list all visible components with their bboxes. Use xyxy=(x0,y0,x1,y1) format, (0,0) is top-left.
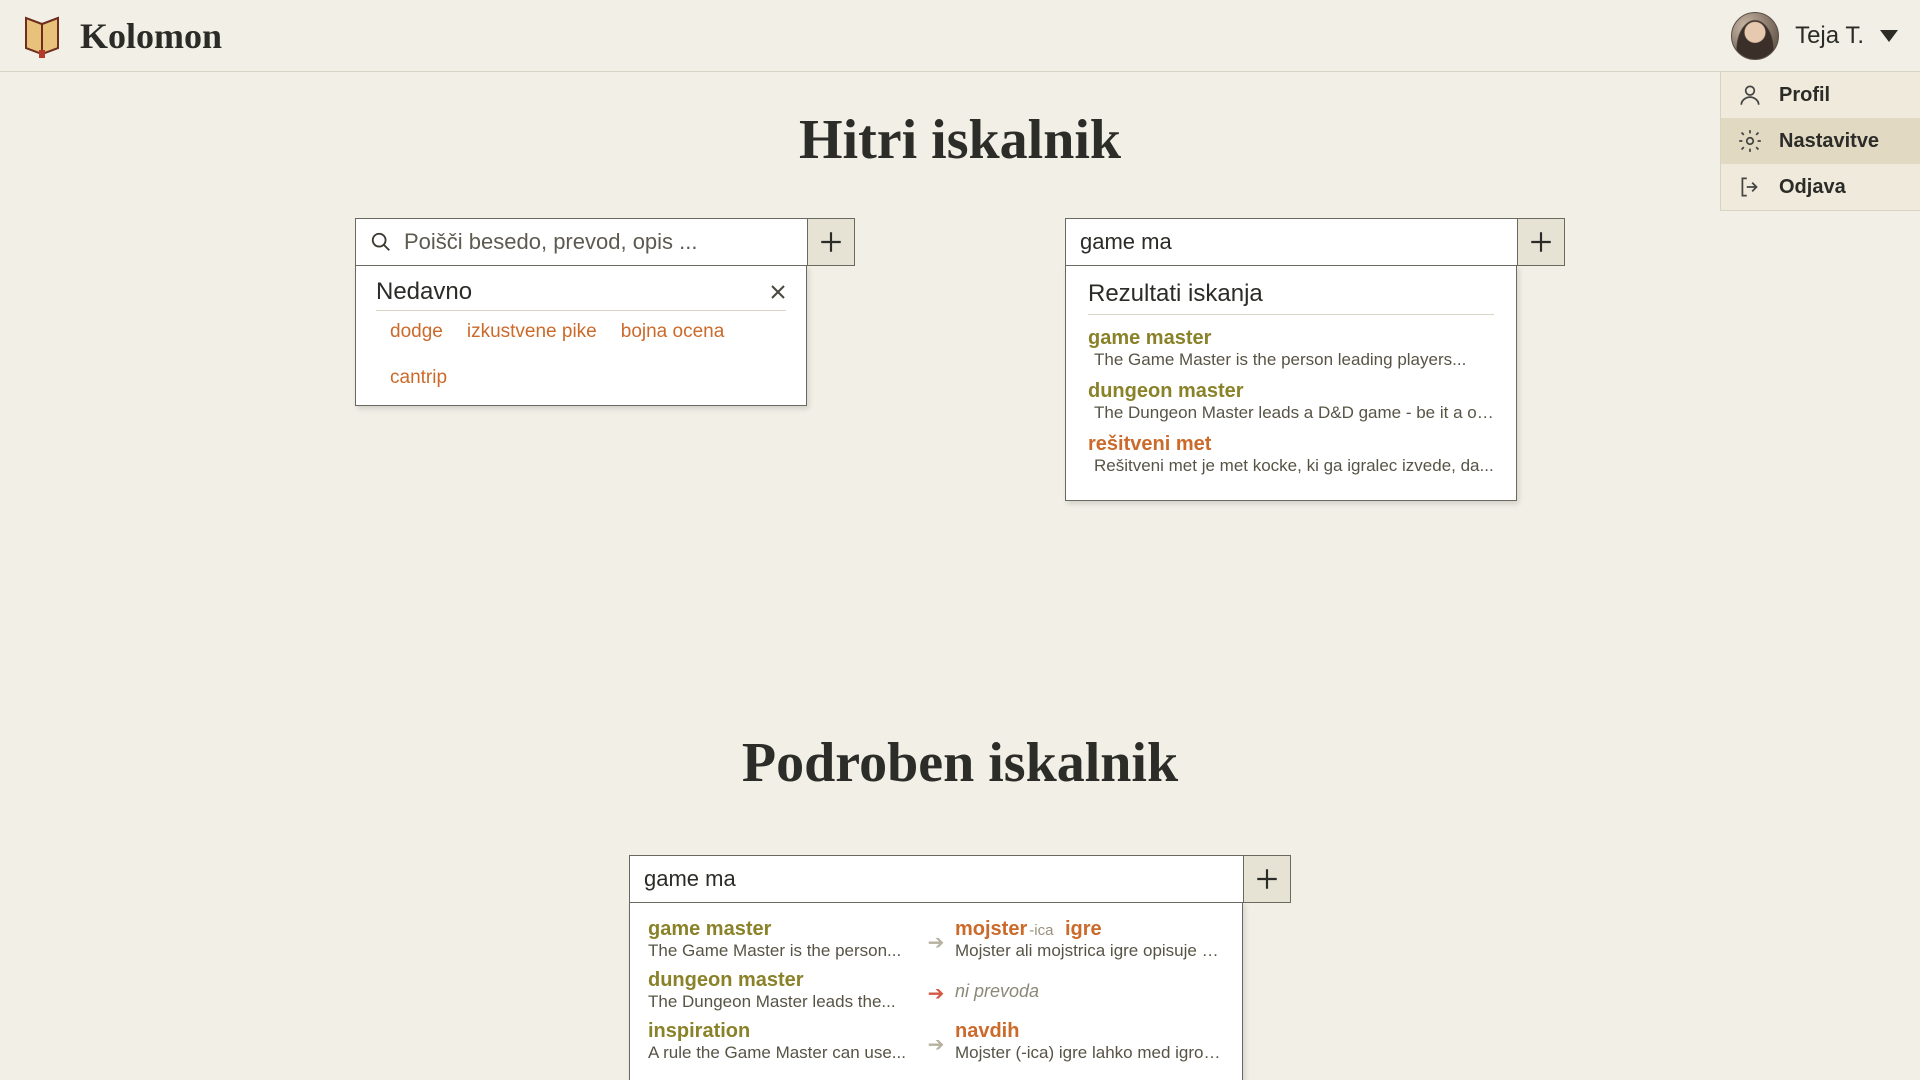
recent-panel: Nedavno dodge izkustvene pike bojna ocen… xyxy=(355,265,807,406)
search-input-left[interactable] xyxy=(404,229,794,255)
detailed-search: game master The Game Master is the perso… xyxy=(629,855,1291,1080)
detailed-search-input[interactable] xyxy=(644,866,1230,892)
recent-term[interactable]: bojna ocena xyxy=(621,321,725,343)
src-term: dungeon master xyxy=(648,969,917,992)
plus-icon xyxy=(818,229,844,255)
menu-item-logout[interactable]: Odjava xyxy=(1721,164,1920,210)
result-term: dungeon master xyxy=(1088,380,1494,403)
recent-term[interactable]: cantrip xyxy=(390,367,447,389)
recent-term[interactable]: dodge xyxy=(390,321,443,343)
recent-heading: Nedavno xyxy=(376,278,472,306)
menu-item-logout-label: Odjava xyxy=(1779,176,1846,199)
detailed-search-input-wrapper[interactable] xyxy=(629,855,1245,903)
arrow-right-icon: ➔ xyxy=(921,969,951,1006)
pair-row[interactable]: inspiration A rule the Game Master can u… xyxy=(648,1016,1224,1067)
dst-term: navdih xyxy=(955,1020,1224,1043)
dst-term: mojster-ica igre xyxy=(955,918,1224,941)
logout-icon xyxy=(1737,174,1763,200)
plus-icon xyxy=(1528,229,1554,255)
src-desc: The Game Master is the person... xyxy=(648,941,917,961)
src-term: inspiration xyxy=(648,1020,917,1043)
results-panel: Rezultati iskanja game master The Game M… xyxy=(1065,265,1517,501)
user-area[interactable]: Teja T. xyxy=(1731,12,1898,60)
result-term: game master xyxy=(1088,327,1494,350)
quick-search-right: Rezultati iskanja game master The Game M… xyxy=(1065,218,1565,501)
result-desc: Rešitveni met je met kocke, ki ga igrale… xyxy=(1088,456,1494,476)
src-desc: The Dungeon Master leads the... xyxy=(648,992,917,1012)
search-input-wrapper-left[interactable] xyxy=(355,218,809,266)
menu-item-settings[interactable]: Nastavitve xyxy=(1721,118,1920,164)
plus-icon xyxy=(1254,866,1280,892)
detailed-search-title: Podroben iskalnik xyxy=(0,731,1920,795)
pair-row[interactable]: game master The Game Master is the perso… xyxy=(648,914,1224,965)
menu-item-profile-label: Profil xyxy=(1779,84,1830,107)
chevron-down-icon xyxy=(1880,30,1898,42)
add-button-detailed[interactable] xyxy=(1243,855,1291,903)
recent-term[interactable]: izkustvene pike xyxy=(467,321,597,343)
pair-row[interactable]: dungeon master The Dungeon Master leads … xyxy=(648,965,1224,1016)
menu-item-settings-label: Nastavitve xyxy=(1779,130,1879,153)
user-icon xyxy=(1737,82,1763,108)
dst-desc: Mojster (-ica) igre lahko med igro igral… xyxy=(955,1043,1224,1063)
src-desc: A rule the Game Master can use... xyxy=(648,1043,917,1063)
user-menu: Profil Nastavitve Odjava xyxy=(1720,72,1920,211)
result-term: rešitveni met xyxy=(1088,433,1494,456)
menu-item-profile[interactable]: Profil xyxy=(1721,72,1920,118)
src-term: game master xyxy=(648,918,917,941)
result-desc: The Dungeon Master leads a D&D game - be… xyxy=(1088,403,1494,423)
no-translation: ni prevoda xyxy=(955,969,1224,1002)
search-icon xyxy=(370,231,392,253)
logo-icon xyxy=(22,14,62,58)
quick-search-title: Hitri iskalnik xyxy=(0,108,1920,172)
result-item[interactable]: dungeon master The Dungeon Master leads … xyxy=(1088,376,1494,429)
topbar: Kolomon Teja T. xyxy=(0,0,1920,72)
close-icon[interactable] xyxy=(770,284,786,300)
result-item[interactable]: game master The Game Master is the perso… xyxy=(1088,323,1494,376)
dst-desc: Mojster ali mojstrica igre opisuje svet,… xyxy=(955,941,1224,961)
username: Teja T. xyxy=(1795,22,1864,50)
quick-search-left: Nedavno dodge izkustvene pike bojna ocen… xyxy=(355,218,855,501)
add-button-left[interactable] xyxy=(807,218,855,266)
arrow-right-icon: ➔ xyxy=(921,1020,951,1057)
add-button-right[interactable] xyxy=(1517,218,1565,266)
gear-icon xyxy=(1737,128,1763,154)
result-item[interactable]: rešitveni met Rešitveni met je met kocke… xyxy=(1088,429,1494,482)
result-desc: The Game Master is the person leading pl… xyxy=(1088,350,1494,370)
detailed-results: game master The Game Master is the perso… xyxy=(629,901,1243,1080)
search-input-right[interactable] xyxy=(1080,229,1504,255)
arrow-right-icon: ➔ xyxy=(921,918,951,955)
avatar xyxy=(1731,12,1779,60)
results-heading: Rezultati iskanja xyxy=(1088,280,1494,315)
brand-name: Kolomon xyxy=(80,15,222,57)
search-input-wrapper-right[interactable] xyxy=(1065,218,1519,266)
brand[interactable]: Kolomon xyxy=(22,14,222,58)
